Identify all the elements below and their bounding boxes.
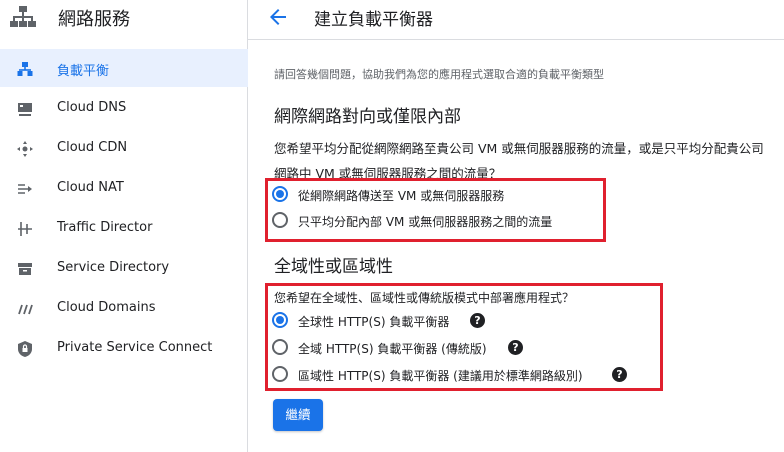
radio-button-selected[interactable] — [272, 312, 288, 328]
sidebar-item-service-directory[interactable]: Service Directory — [0, 249, 248, 287]
sidebar-item-load-balancing[interactable]: 負載平衡 — [0, 49, 248, 87]
nat-icon — [18, 184, 32, 194]
sidebar-item-label: Cloud DNS — [57, 100, 127, 115]
cdn-icon — [17, 141, 33, 157]
sidebar-title: 網路服務 — [58, 9, 130, 30]
sidebar-item-label: Cloud CDN — [57, 140, 128, 155]
radio-option-label: 全球性 HTTP(S) 負載平衡器 — [298, 315, 450, 329]
question-line: 您希望平均分配從網際網路至貴公司 VM 或無伺服器服務的流量，或是只平均分配貴公… — [274, 141, 764, 156]
page-title: 建立負載平衡器 — [314, 10, 433, 30]
domains-icon — [18, 304, 33, 315]
traffic-director-icon — [18, 222, 32, 236]
radio-option-label: 從網際網路傳送至 VM 或無伺服器服務 — [298, 189, 505, 203]
help-icon[interactable]: ? — [612, 367, 627, 382]
sidebar-item-cloud-cdn[interactable]: Cloud CDN — [0, 129, 248, 167]
radio-option-label: 全域 HTTP(S) 負載平衡器 (傳統版) — [298, 342, 487, 356]
sidebar-item-label: Cloud NAT — [57, 180, 124, 195]
sidebar: 網路服務 負載平衡 Cloud DNS Cloud CDN Cloud NAT … — [0, 0, 248, 452]
sidebar-item-label: 負載平衡 — [57, 64, 110, 79]
sidebar-item-cloud-dns[interactable]: Cloud DNS — [0, 89, 248, 127]
sidebar-header: 網路服務 — [0, 0, 248, 36]
radio-option-label: 只平均分配內部 VM 或無伺服器服務之間的流量 — [298, 215, 553, 229]
sidebar-item-label: Cloud Domains — [57, 300, 156, 315]
sidebar-item-label: Service Directory — [57, 260, 170, 275]
sidebar-item-label: Traffic Director — [57, 220, 153, 235]
intro-text: 請回答幾個問題，協助我們為您的應用程式選取合適的負載平衡類型 — [274, 68, 604, 81]
sidebar-item-private-service-connect[interactable]: Private Service Connect — [0, 329, 248, 367]
section-heading-internet-facing: 網際網路對向或僅限內部 — [274, 107, 461, 127]
sidebar-item-cloud-nat[interactable]: Cloud NAT — [0, 169, 248, 207]
question-line: 網路中 VM 或無伺服器服務之間的流量？ — [274, 166, 502, 181]
network-services-icon — [10, 6, 36, 27]
page-header: 建立負載平衡器 — [248, 0, 784, 40]
question-line: 您希望在全域性、區域性或傳統版模式中部署應用程式？ — [274, 291, 575, 305]
help-icon[interactable]: ? — [508, 340, 523, 355]
dns-icon — [18, 103, 32, 116]
radio-button[interactable] — [272, 339, 288, 355]
radio-button[interactable] — [272, 212, 288, 228]
continue-button[interactable]: 繼續 — [273, 399, 323, 431]
radio-option-label: 區域性 HTTP(S) 負載平衡器 (建議用於標準網路級別) — [298, 369, 583, 383]
radio-button-selected[interactable] — [272, 186, 288, 202]
load-balancing-icon — [17, 62, 33, 76]
section-heading-global-regional: 全域性或區域性 — [274, 257, 393, 277]
back-arrow-icon[interactable] — [266, 5, 290, 29]
sidebar-item-cloud-domains[interactable]: Cloud Domains — [0, 289, 248, 327]
radio-button[interactable] — [272, 366, 288, 382]
service-directory-icon — [18, 263, 32, 275]
sidebar-item-traffic-director[interactable]: Traffic Director — [0, 209, 248, 247]
help-icon[interactable]: ? — [470, 313, 485, 328]
sidebar-item-label: Private Service Connect — [57, 340, 213, 355]
private-service-connect-icon — [18, 341, 32, 357]
